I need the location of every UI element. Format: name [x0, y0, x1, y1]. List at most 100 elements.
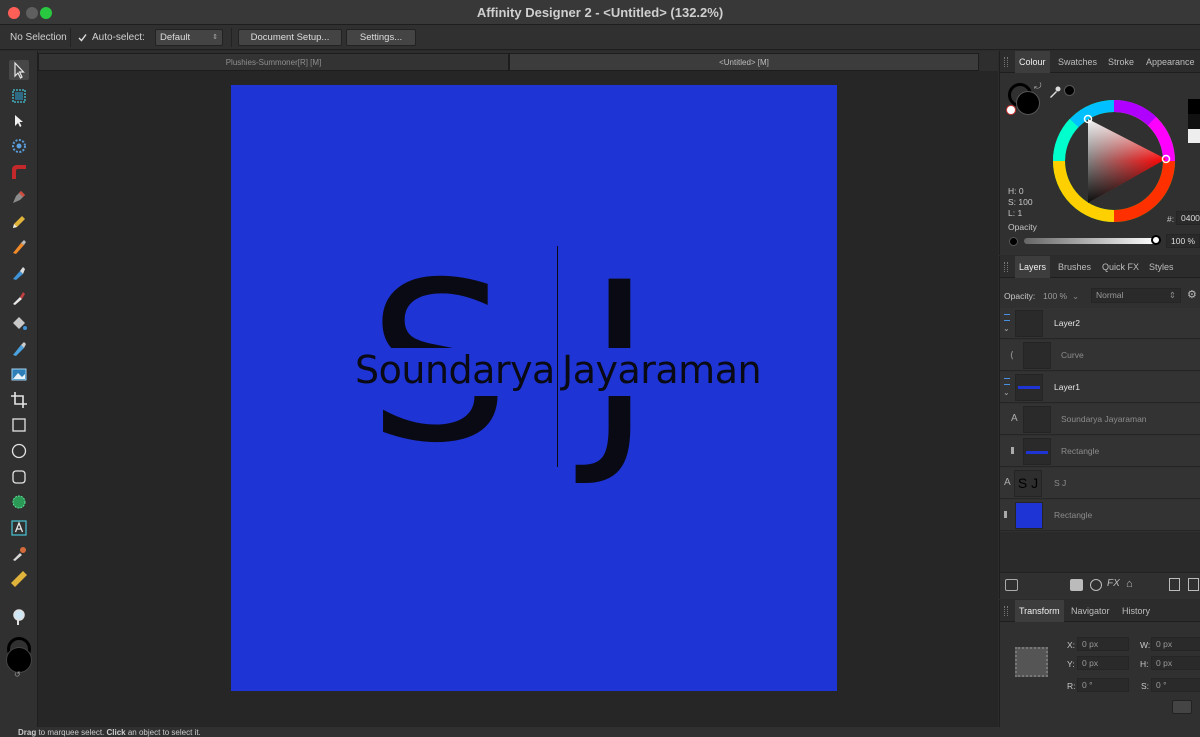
transform-options-button[interactable] [1172, 700, 1192, 714]
x-input[interactable]: 0 px [1077, 637, 1129, 651]
rounded-rectangle-tool[interactable] [9, 467, 29, 487]
opacity-slider[interactable] [1024, 238, 1156, 244]
ellipse-tool[interactable] [9, 441, 29, 461]
adjustment-icon[interactable] [1090, 579, 1102, 591]
layers-empty-area[interactable] [1000, 532, 1200, 572]
tab-layers[interactable]: Layers [1015, 256, 1051, 278]
rectangle-icon [12, 418, 26, 432]
layer-row-soundarya-jayaraman[interactable]: A Soundarya Jayaraman [1000, 404, 1200, 435]
colour-wheel[interactable] [1052, 99, 1176, 223]
vector-brush-tool[interactable] [9, 237, 29, 257]
layers-footer: FX ⌂ [1000, 572, 1200, 599]
preset-black[interactable] [1188, 99, 1200, 114]
none-colour-icon[interactable] [1006, 105, 1016, 115]
tab-appearance[interactable]: Appearance [1146, 55, 1195, 73]
transparency-tool[interactable] [9, 339, 29, 359]
tab-untitled[interactable]: <Untitled> [M] [509, 53, 979, 71]
h-label: H: [1140, 659, 1149, 669]
shape-tool[interactable] [9, 492, 29, 512]
opacity-slider-handle[interactable] [1151, 235, 1161, 245]
artboard[interactable]: S J Soundarya Jayaraman [231, 85, 837, 691]
rotation-input[interactable]: 0 ° [1077, 678, 1129, 692]
preset-white[interactable] [1188, 129, 1200, 143]
panel-grip-icon[interactable] [1004, 262, 1008, 272]
document-setup-button[interactable]: Document Setup... [238, 29, 342, 46]
layer-opacity-value[interactable]: 100 % [1043, 291, 1067, 301]
zoom-tool[interactable] [9, 607, 29, 627]
tab-transform[interactable]: Transform [1015, 600, 1064, 622]
chevron-down-icon[interactable]: ⌄ [1072, 291, 1079, 302]
selection-status: No Selection [10, 32, 67, 43]
delete-layer-icon[interactable] [1188, 578, 1199, 591]
name-soundarya[interactable]: Soundarya [355, 348, 555, 392]
y-input[interactable]: 0 px [1077, 656, 1129, 670]
layer-row-layer1[interactable]: ⌄ Layer1 [1000, 372, 1200, 403]
panel-fill-stroke[interactable]: ⤾ [1006, 81, 1042, 117]
anchor-point-selector[interactable] [1015, 647, 1048, 677]
move-tool[interactable] [9, 60, 29, 80]
node-tool[interactable] [9, 111, 29, 131]
tab-brushes[interactable]: Brushes [1058, 260, 1091, 278]
layer-options-icon[interactable] [1005, 579, 1018, 591]
layer-row-curve[interactable]: ⟨ Curve [1000, 340, 1200, 371]
gear-icon[interactable]: ⚙ [1187, 288, 1197, 301]
picked-colour-dot [1064, 85, 1075, 96]
tab-styles[interactable]: Styles [1149, 260, 1174, 278]
preset-dark[interactable] [1188, 114, 1200, 129]
place-image-tool[interactable] [9, 364, 29, 384]
chevron-down-icon[interactable]: ⌄ [1003, 388, 1010, 397]
tab-colour[interactable]: Colour [1015, 51, 1050, 73]
tab-navigator[interactable]: Navigator [1071, 604, 1110, 622]
mask-icon[interactable] [1070, 579, 1083, 591]
title-bar: Affinity Designer 2 - <Untitled> (132.2%… [0, 0, 1200, 25]
layer-row-rectangle[interactable]: Rectangle [1000, 436, 1200, 467]
height-input[interactable]: 0 px [1151, 656, 1200, 670]
panel-grip-icon[interactable] [1004, 606, 1008, 616]
point-transform-tool[interactable] [9, 136, 29, 156]
opacity-input[interactable]: 100 % [1166, 234, 1200, 248]
auto-select-checkbox[interactable] [77, 32, 88, 43]
tab-history[interactable]: History [1122, 604, 1150, 622]
pencil-tool[interactable] [9, 212, 29, 232]
add-layer-icon[interactable] [1169, 578, 1180, 591]
swap-colors-icon[interactable]: ↺ [14, 670, 21, 679]
auto-select-dropdown[interactable]: Default ⇕ [155, 29, 223, 46]
settings-button[interactable]: Settings... [346, 29, 416, 46]
chevron-down-icon[interactable]: ⌄ [1003, 324, 1010, 333]
rectangle-tool[interactable] [9, 415, 29, 435]
fill-stroke-swatches[interactable]: ↺ [5, 637, 33, 679]
measure-tool[interactable] [9, 569, 29, 589]
swap-icon[interactable]: ⤾ [1034, 81, 1042, 92]
eyedropper-icon[interactable] [1048, 85, 1062, 99]
shear-input[interactable]: 0 ° [1151, 678, 1200, 692]
pencil-icon [13, 216, 25, 228]
layer-row-rectangle-background[interactable]: Rectangle [1000, 500, 1200, 531]
width-input[interactable]: 0 px [1151, 637, 1200, 651]
hex-input[interactable]: 0400 [1176, 211, 1200, 225]
fill-tool[interactable] [9, 263, 29, 283]
tab-quick-fx[interactable]: Quick FX [1102, 260, 1139, 278]
eyedropper-tool[interactable] [9, 544, 29, 564]
tab-plushies-summoner[interactable]: Plushies-Summoner[R] [M] [38, 53, 509, 71]
text-tool[interactable] [9, 518, 29, 538]
crop-tool[interactable] [9, 390, 29, 410]
blend-mode-select[interactable]: Normal ⇕ [1091, 288, 1181, 303]
gallery-icon[interactable]: ⌂ [1126, 578, 1133, 590]
y-label: Y: [1067, 659, 1075, 669]
artboard-tool[interactable] [9, 86, 29, 106]
layer-row-layer2[interactable]: ⌄ Layer2 [1000, 308, 1200, 339]
corner-tool[interactable] [9, 162, 29, 182]
transform-panel: Transform Navigator History X: 0 px Y: 0… [999, 600, 1200, 727]
tab-stroke[interactable]: Stroke [1108, 55, 1134, 73]
name-jayaraman[interactable]: Jayaraman [562, 348, 762, 392]
fill-circle[interactable] [1016, 91, 1040, 115]
panel-grip-icon[interactable] [1004, 57, 1008, 67]
color-picker-tool[interactable] [9, 288, 29, 308]
flood-fill-tool[interactable] [9, 313, 29, 333]
colour-presets[interactable] [1188, 99, 1200, 143]
vertical-divider-line[interactable] [557, 246, 558, 467]
layer-row-sj[interactable]: A S J S J [1000, 468, 1200, 499]
tab-swatches[interactable]: Swatches [1058, 55, 1097, 73]
pen-tool[interactable] [9, 187, 29, 207]
fx-icon[interactable]: FX [1107, 578, 1120, 589]
